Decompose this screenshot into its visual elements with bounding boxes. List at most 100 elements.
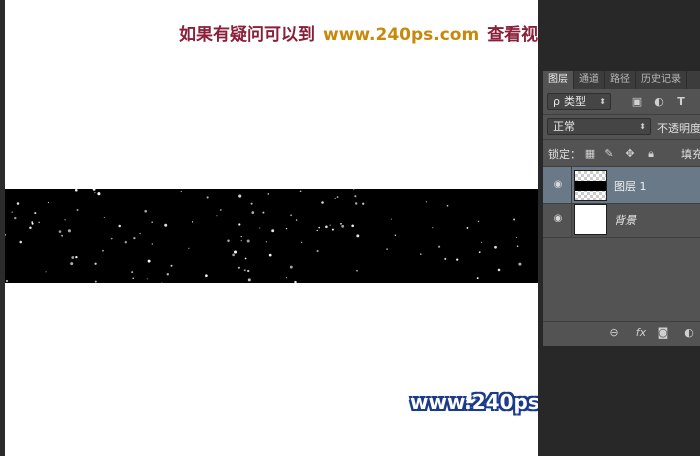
star-dot bbox=[456, 258, 459, 261]
layer-name[interactable]: 背景 bbox=[614, 212, 636, 228]
star-dot bbox=[420, 253, 422, 255]
lock-transparent-icon[interactable]: ▦ bbox=[584, 148, 596, 160]
star-dot bbox=[94, 280, 97, 283]
layer-row-layer1[interactable]: ◉ 图层 1 bbox=[543, 167, 700, 204]
star-dot bbox=[285, 227, 288, 230]
star-dot bbox=[289, 265, 293, 269]
star-dot bbox=[325, 225, 328, 229]
image-filter-icon[interactable]: ▣ bbox=[631, 96, 643, 108]
star-dot bbox=[425, 201, 428, 203]
type-filter-icon[interactable]: T bbox=[675, 96, 687, 108]
fill-label: 填充 bbox=[681, 148, 700, 161]
star-dot bbox=[188, 247, 190, 249]
star-dot bbox=[161, 282, 163, 283]
eye-column-divider bbox=[571, 201, 572, 238]
star-dot bbox=[316, 229, 318, 232]
star-dot bbox=[329, 224, 331, 226]
star-dot bbox=[268, 253, 272, 257]
adjustment-filter-icon[interactable]: ◐ bbox=[653, 96, 665, 108]
star-dot bbox=[133, 236, 136, 240]
star-dot bbox=[481, 241, 483, 243]
filter-kind-select[interactable]: ρ 类型 ⬍ bbox=[547, 93, 611, 110]
star-dot bbox=[244, 257, 247, 260]
mask-icon[interactable]: ◙ bbox=[656, 326, 670, 339]
star-dot bbox=[110, 237, 113, 240]
star-dot bbox=[353, 189, 355, 191]
star-dot bbox=[191, 221, 194, 223]
fx-icon[interactable]: fx bbox=[633, 326, 649, 339]
blend-mode-select[interactable]: 正常 ⬍ bbox=[547, 118, 651, 135]
star-dot bbox=[516, 245, 519, 248]
star-dot bbox=[151, 221, 154, 224]
lock-all-padlock-icon[interactable]: 🔒︎ bbox=[645, 148, 657, 160]
star-dot bbox=[295, 219, 298, 221]
star-dot bbox=[497, 268, 501, 272]
layers-panel: 图层 通道 路径 历史记录 ρ 类型 ⬍ ▣ ◐ T 正常 ⬍ 不透明度 锁定： … bbox=[543, 71, 700, 346]
star-dot bbox=[219, 209, 222, 211]
lock-position-move-icon[interactable]: ✥ bbox=[624, 148, 636, 160]
blend-row: 正常 ⬍ 不透明度 bbox=[543, 115, 700, 139]
star-dot bbox=[340, 222, 342, 225]
star-dot bbox=[318, 226, 321, 229]
layer-row-background[interactable]: ◉ 背景 bbox=[543, 201, 700, 238]
watermark-top: 如果有疑问可以到www.240ps.com查看视频教程 bbox=[179, 20, 589, 45]
star-dot bbox=[14, 216, 17, 220]
tab-layers[interactable]: 图层 bbox=[543, 71, 574, 89]
star-dot bbox=[271, 229, 275, 233]
star-dot bbox=[356, 269, 358, 272]
star-dot bbox=[144, 209, 148, 213]
blend-mode-label: 正常 bbox=[553, 120, 575, 133]
star-dot bbox=[94, 191, 96, 194]
star-dot bbox=[31, 221, 34, 223]
opacity-label: 不透明度 bbox=[657, 122, 700, 135]
star-dot bbox=[334, 197, 336, 199]
star-dot bbox=[58, 230, 62, 233]
tab-paths[interactable]: 路径 bbox=[605, 71, 636, 89]
star-dot bbox=[341, 224, 345, 228]
star-dot bbox=[240, 240, 242, 242]
star-dot bbox=[518, 262, 522, 266]
star-dot bbox=[29, 226, 32, 230]
star-dot bbox=[247, 278, 251, 282]
starfield-band bbox=[5, 189, 538, 283]
star-dot bbox=[331, 228, 334, 231]
star-dot bbox=[205, 274, 208, 278]
star-dot bbox=[19, 240, 22, 244]
star-dot bbox=[31, 222, 34, 225]
star-dot bbox=[34, 212, 37, 215]
star-dot bbox=[251, 211, 255, 214]
star-dot bbox=[466, 226, 469, 229]
adjustment-icon[interactable]: ◐ bbox=[682, 326, 696, 339]
star-dot bbox=[94, 262, 97, 265]
eye-icon[interactable]: ◉ bbox=[551, 178, 565, 192]
star-dot bbox=[206, 196, 209, 199]
star-dot bbox=[61, 234, 64, 237]
tab-history[interactable]: 历史记录 bbox=[636, 71, 687, 89]
star-dot bbox=[227, 239, 230, 242]
star-dot bbox=[259, 227, 261, 229]
star-dot bbox=[246, 239, 250, 243]
star-dot bbox=[438, 245, 441, 248]
star-dot bbox=[238, 194, 242, 198]
document-canvas[interactable] bbox=[0, 0, 538, 456]
tab-channels[interactable]: 通道 bbox=[574, 71, 605, 89]
star-dot bbox=[446, 204, 449, 207]
star-dot bbox=[247, 269, 250, 273]
star-dot bbox=[515, 236, 517, 238]
link-icon[interactable]: ⊖ bbox=[607, 326, 621, 339]
star-dot bbox=[299, 190, 302, 193]
eye-column-divider bbox=[571, 167, 572, 204]
lock-label: 锁定： bbox=[548, 148, 581, 161]
star-dot bbox=[386, 248, 388, 250]
lock-image-brush-icon[interactable]: ✎ bbox=[603, 148, 615, 160]
layer-name[interactable]: 图层 1 bbox=[614, 178, 647, 194]
star-dot bbox=[476, 277, 479, 280]
star-dot bbox=[5, 279, 9, 283]
star-dot bbox=[16, 202, 20, 205]
eye-icon[interactable]: ◉ bbox=[551, 212, 565, 226]
layers-bottom-bar: ⊖ fx ◙ ◐ bbox=[543, 321, 700, 342]
lock-row: 锁定： ▦ ✎ ✥ 🔒︎ 填充 bbox=[543, 140, 700, 166]
panel-tabs: 图层 通道 路径 历史记录 bbox=[543, 71, 700, 89]
star-dot bbox=[232, 253, 235, 257]
star-dot bbox=[166, 273, 169, 276]
